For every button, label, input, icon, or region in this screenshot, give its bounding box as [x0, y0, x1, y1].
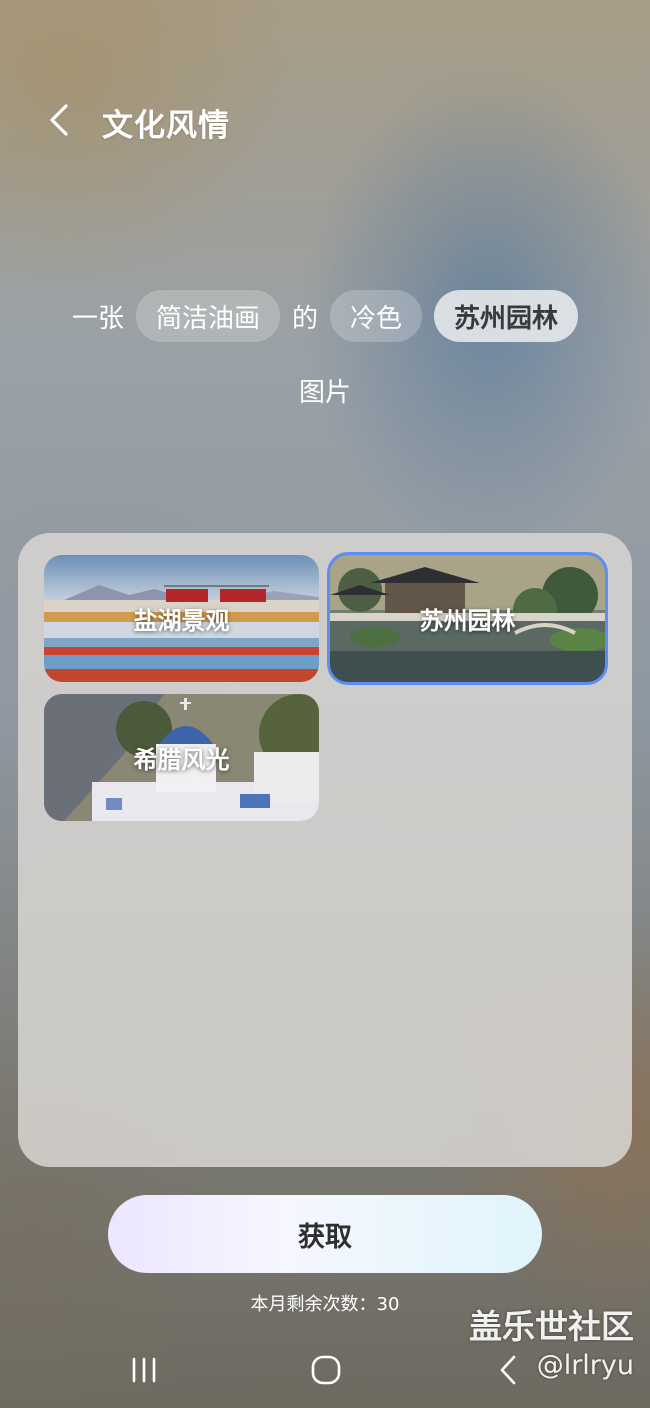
style-chip[interactable]: 简洁油画 — [135, 290, 280, 342]
prompt-suffix: 图片 — [298, 378, 351, 408]
back-icon — [500, 1355, 516, 1385]
home-icon — [311, 1355, 341, 1385]
chevron-left-icon — [50, 104, 68, 136]
theme-card-label: 盐湖景观 — [133, 607, 230, 635]
header: 文化风情 — [0, 90, 650, 150]
system-nav-bar — [0, 1345, 650, 1395]
tone-chip[interactable]: 冷色 — [330, 290, 423, 342]
nav-back-button[interactable] — [484, 1345, 534, 1395]
recents-button[interactable] — [120, 1345, 170, 1395]
theme-card-label: 希腊风光 — [133, 746, 230, 774]
theme-card-suzhou-garden[interactable]: 苏州园林 — [327, 552, 608, 685]
prompt-prefix: 一张 — [71, 303, 124, 334]
theme-gallery-panel: 盐湖景观 苏州园林 希腊风光 — [18, 533, 632, 1167]
theme-card-salt-lake[interactable]: 盐湖景观 — [44, 555, 319, 682]
home-button[interactable] — [301, 1345, 351, 1395]
prompt-builder: 一张 简洁油画 的 冷色 苏州园林 — [0, 290, 650, 342]
subject-chip[interactable]: 苏州园林 — [434, 290, 579, 342]
get-button[interactable]: 获取 — [108, 1195, 542, 1273]
recents-icon — [132, 1357, 156, 1383]
back-button[interactable] — [38, 98, 82, 142]
page-title: 文化风情 — [102, 108, 230, 144]
theme-card-greece[interactable]: 希腊风光 — [44, 694, 319, 821]
theme-card-label: 苏州园林 — [419, 607, 516, 635]
prompt-connector: 的 — [291, 303, 318, 334]
watermark-community: 盖乐世社区 — [469, 1307, 634, 1346]
